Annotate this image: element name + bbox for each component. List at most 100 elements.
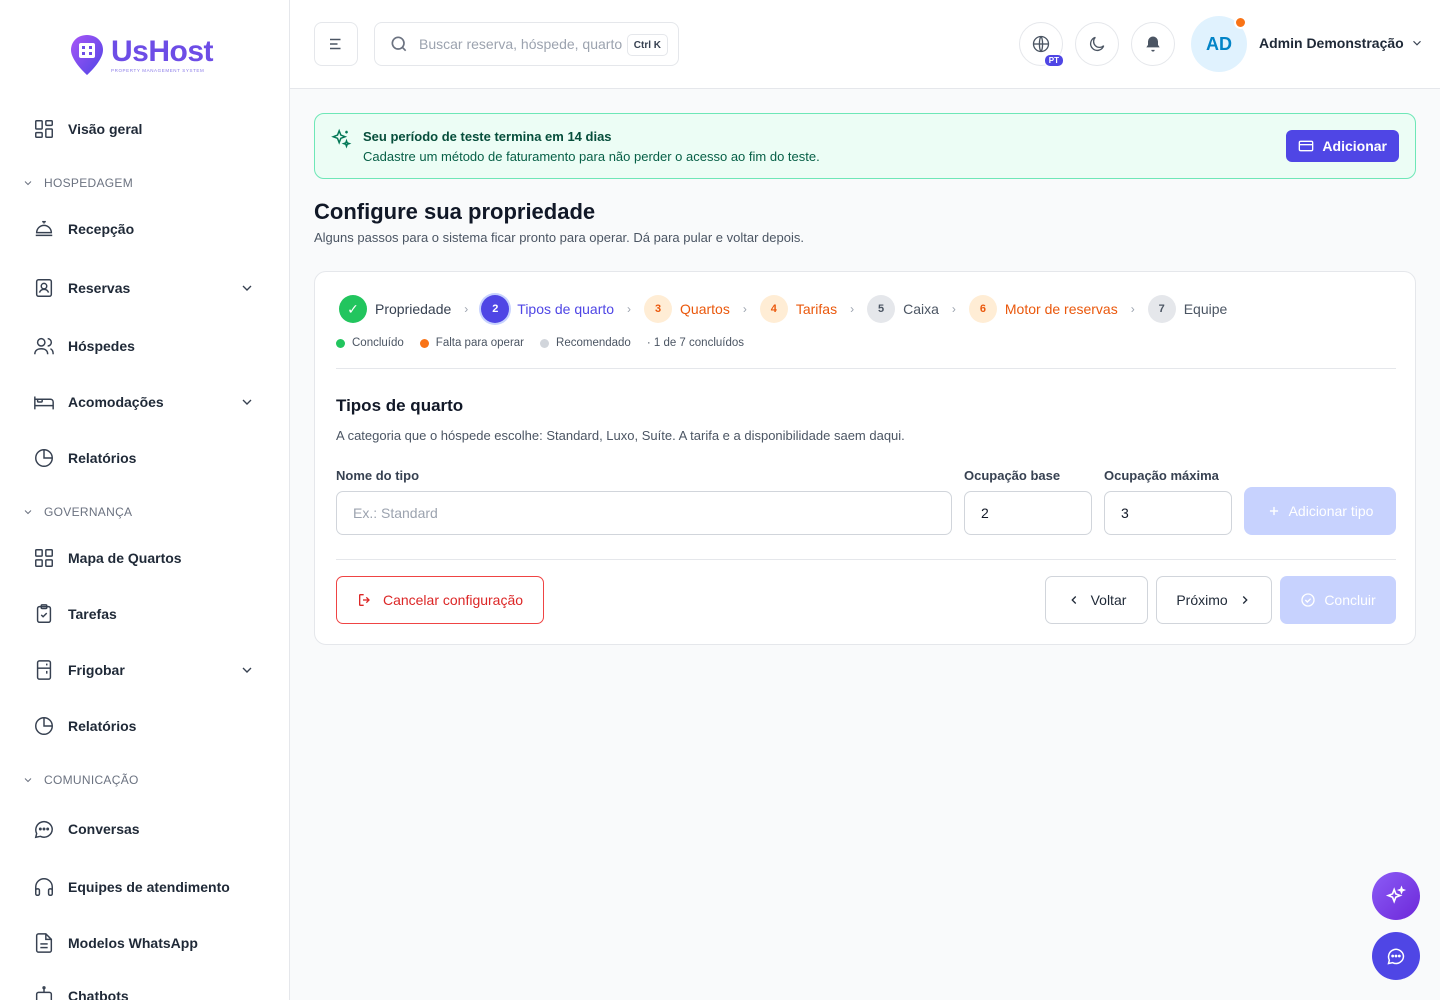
chat-support-button[interactable] — [1372, 932, 1420, 980]
sidebar-item-equipes-atendimento[interactable]: Equipes de atendimento — [33, 873, 263, 901]
sidebar-item-tarefas[interactable]: Tarefas — [33, 600, 263, 628]
sidebar-item-relatorios[interactable]: Relatórios — [33, 444, 263, 472]
wizard-step[interactable]: 6 Motor de reservas — [968, 295, 1118, 323]
contact-card-icon — [33, 277, 55, 299]
check-circle-icon — [1301, 593, 1315, 607]
step-separator: › — [951, 302, 956, 316]
back-button[interactable]: Voltar — [1045, 576, 1148, 624]
sparkles-icon — [1385, 885, 1407, 904]
language-button[interactable]: PT — [1019, 22, 1064, 67]
notifications-button[interactable] — [1131, 22, 1175, 66]
section-label: COMUNICAÇÃO — [44, 773, 139, 787]
chevron-down-icon — [24, 181, 32, 186]
logout-icon — [358, 594, 370, 606]
sidebar-item-reservas[interactable]: Reservas — [33, 274, 263, 302]
page-subtitle: Alguns passos para o sistema ficar pront… — [314, 230, 804, 245]
brand-name: UsHost — [111, 35, 214, 68]
step-number: 4 — [759, 295, 788, 323]
sidebar-item-label: Hóspedes — [68, 338, 135, 354]
brand-logo[interactable]: UsHost PROPERTY MANAGEMENT SYSTEM — [69, 33, 214, 77]
sidebar-item-label: Recepção — [68, 221, 135, 237]
add-room-type-label: Adicionar tipo — [1288, 503, 1374, 519]
base-occupancy-input[interactable] — [964, 491, 1092, 535]
logo-mark-icon — [71, 35, 103, 75]
sidebar-item-label: Reservas — [68, 280, 131, 296]
next-button[interactable]: Próximo — [1156, 576, 1272, 624]
sidebar-item-recepcao[interactable]: Recepção — [33, 215, 263, 243]
sidebar-item-label: Conversas — [68, 821, 140, 837]
pie-chart-icon — [33, 447, 55, 469]
legend-recommended-label: Recomendado — [556, 337, 631, 349]
banner-title: Seu período de teste termina em 14 dias — [363, 129, 612, 144]
wizard-step[interactable]: 4 Tarifas — [759, 295, 838, 323]
sidebar-item-label: Relatórios — [68, 718, 137, 734]
concierge-bell-icon — [33, 218, 55, 240]
step-label: Tarifas — [795, 301, 838, 317]
wizard-step[interactable]: ✓ Propriedade — [339, 295, 451, 323]
legend-required-label: Falta para operar — [435, 337, 525, 349]
theme-toggle-button[interactable] — [1075, 22, 1119, 66]
section-governanca[interactable]: GOVERNANÇA — [22, 505, 132, 519]
clipboard-check-icon — [33, 603, 55, 625]
finish-button[interactable]: Concluir — [1280, 576, 1396, 624]
avatar[interactable]: AD — [1191, 16, 1247, 72]
step-separator: › — [627, 302, 632, 316]
wizard-step[interactable]: 5 Caixa — [867, 295, 939, 323]
chevron-down-icon — [1412, 40, 1421, 46]
cancel-setup-label: Cancelar configuração — [382, 592, 524, 608]
step-number: 7 — [1147, 295, 1176, 323]
add-room-type-button[interactable]: Adicionar tipo — [1244, 487, 1396, 535]
user-menu[interactable]: Admin Demonstração — [1259, 35, 1424, 51]
recommended-dot — [540, 338, 550, 348]
legend-required: Falta para operar — [419, 337, 525, 349]
legend-recommended: Recomendado — [540, 337, 631, 349]
step-label: Tipos de quarto — [517, 301, 615, 317]
search-shortcut-badge: Ctrl K — [626, 34, 668, 56]
sidebar: UsHost PROPERTY MANAGEMENT SYSTEM Visão … — [0, 0, 290, 1000]
sidebar-item-hospedes[interactable]: Hóspedes — [33, 332, 263, 360]
section-comunicacao[interactable]: COMUNICAÇÃO — [22, 773, 139, 787]
fridge-icon — [33, 659, 55, 681]
section-description: A categoria que o hóspede escolhe: Stand… — [336, 428, 905, 443]
finish-label: Concluir — [1324, 592, 1376, 608]
sidebar-item-overview[interactable]: Visão geral — [33, 115, 263, 143]
search-input[interactable] — [419, 36, 624, 52]
wizard-step[interactable]: 3 Quartos — [644, 295, 730, 323]
wizard-step[interactable]: 7 Equipe — [1147, 295, 1227, 323]
sidebar-item-mapa-quartos[interactable]: Mapa de Quartos — [33, 544, 263, 572]
search-box[interactable]: Ctrl K — [374, 22, 679, 66]
status-dot — [1234, 16, 1247, 29]
sidebar-item-chatbots[interactable]: Chatbots — [33, 982, 263, 1000]
chat-bubble-icon — [33, 818, 55, 840]
ai-assistant-button[interactable] — [1372, 872, 1420, 920]
sidebar-item-label: Acomodações — [68, 394, 164, 410]
add-billing-button[interactable]: Adicionar — [1286, 130, 1399, 162]
page-title: Configure sua propriedade — [314, 199, 596, 224]
section-title: Tipos de quarto — [336, 396, 464, 415]
sidebar-item-relatorios-governanca[interactable]: Relatórios — [33, 712, 263, 740]
bot-icon — [33, 985, 55, 1000]
room-type-name-input[interactable] — [336, 491, 952, 535]
trial-banner: Seu período de teste termina em 14 dias … — [314, 113, 1416, 179]
sidebar-item-conversas[interactable]: Conversas — [33, 815, 263, 843]
section-hospedagem[interactable]: HOSPEDAGEM — [22, 176, 133, 190]
wizard-step[interactable]: 2 Tipos de quarto — [481, 295, 614, 323]
step-number: 6 — [968, 295, 997, 323]
cancel-setup-button[interactable]: Cancelar configuração — [336, 576, 544, 624]
max-occupancy-input[interactable] — [1104, 491, 1232, 535]
check-icon: ✓ — [339, 295, 367, 323]
sidebar-item-acomodacoes[interactable]: Acomodações — [33, 388, 263, 416]
sidebar-item-frigobar[interactable]: Frigobar — [33, 656, 263, 684]
menu-toggle-button[interactable] — [314, 22, 358, 66]
step-label: Quartos — [680, 301, 730, 317]
sidebar-item-label: Chatbots — [68, 988, 129, 1000]
step-label: Propriedade — [375, 301, 452, 317]
sidebar-item-label: Equipes de atendimento — [68, 879, 230, 895]
step-label: Motor de reservas — [1004, 301, 1118, 317]
top-bar: Ctrl K PT AD Admin Demonstração — [290, 0, 1440, 89]
sidebar-item-modelos-whatsapp[interactable]: Modelos WhatsApp — [33, 929, 263, 957]
divider — [336, 559, 1396, 560]
progress-text: · 1 de 7 concluídos — [646, 337, 744, 349]
sidebar-item-label: Relatórios — [68, 450, 137, 466]
chevron-down-icon — [24, 778, 32, 783]
